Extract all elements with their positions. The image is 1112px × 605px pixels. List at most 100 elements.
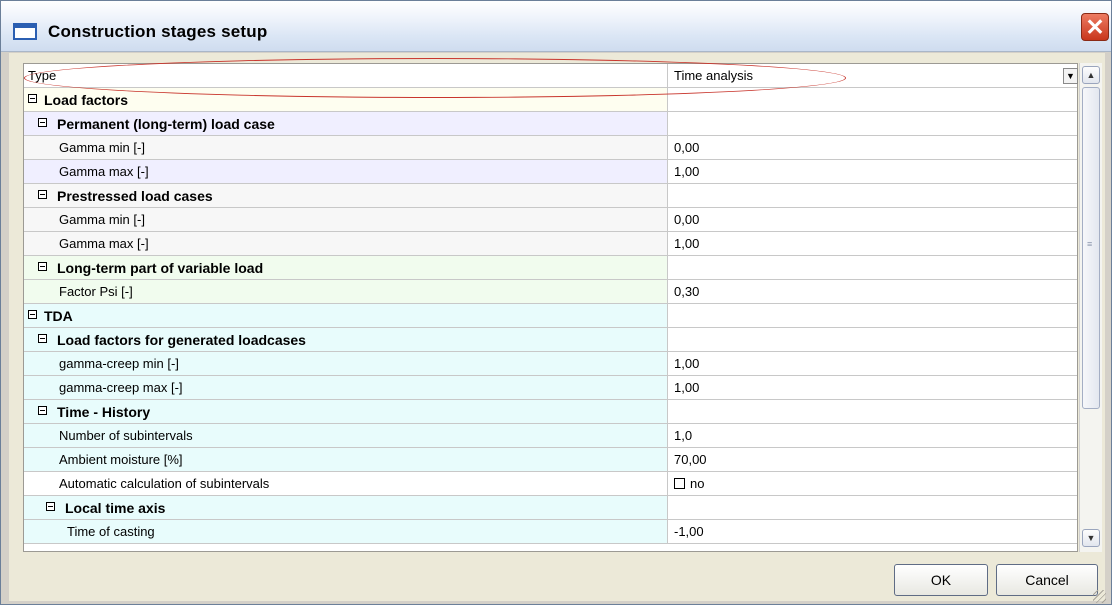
property-label-cell: Gamma min [-] (24, 136, 668, 160)
property-label-cell: Ambient moisture [%] (24, 448, 668, 472)
property-value[interactable] (668, 112, 1077, 136)
property-label-cell: Local time axis (24, 496, 668, 520)
property-label-cell: Gamma max [-] (24, 232, 668, 256)
group-row[interactable]: TDA (24, 304, 1077, 328)
property-label-cell: Long-term part of variable load (24, 256, 668, 280)
type-label-cell: Type (24, 64, 668, 88)
property-label: Automatic calculation of subintervals (59, 476, 270, 491)
property-label-cell: gamma-creep max [-] (24, 376, 668, 400)
property-label-cell: Automatic calculation of subintervals (24, 472, 668, 496)
collapse-toggle-icon[interactable] (38, 262, 47, 271)
property-row[interactable]: gamma-creep max [-] 1,00 (24, 376, 1077, 400)
collapse-toggle-icon[interactable] (38, 190, 47, 199)
scroll-down-icon[interactable]: ▼ (1082, 529, 1100, 547)
scroll-up-icon[interactable]: ▲ (1082, 66, 1100, 84)
property-grid: Type Time analysis Load factors Permanent… (23, 63, 1078, 552)
property-label-cell: Load factors for generated loadcases (24, 328, 668, 352)
property-value[interactable] (668, 256, 1077, 280)
type-label: Type (28, 68, 57, 83)
property-row[interactable]: Number of subintervals 1,0 (24, 424, 1077, 448)
scrollbar-thumb[interactable]: ≡ (1082, 87, 1100, 409)
property-value[interactable]: 0,00 (668, 136, 1077, 160)
property-value[interactable]: -1,00 (668, 520, 1077, 544)
property-value[interactable]: 0,30 (668, 280, 1077, 304)
collapse-toggle-icon[interactable] (28, 94, 37, 103)
window-icon (13, 23, 37, 40)
property-label-cell: TDA (24, 304, 668, 328)
property-label: Time - History (57, 404, 151, 420)
collapse-toggle-icon[interactable] (28, 310, 37, 319)
type-combobox[interactable]: Time analysis (668, 64, 1077, 88)
property-value[interactable]: 1,00 (668, 376, 1077, 400)
property-row[interactable]: Gamma min [-] 0,00 (24, 208, 1077, 232)
property-value[interactable]: 70,00 (668, 448, 1077, 472)
property-row[interactable]: Automatic calculation of subintervals no (24, 472, 1077, 496)
property-label: Long-term part of variable load (57, 260, 264, 276)
collapse-toggle-icon[interactable] (46, 502, 55, 511)
property-row[interactable]: Time of casting -1,00 (24, 520, 1077, 544)
vertical-scrollbar[interactable]: ▲ ≡ ▼ (1079, 63, 1102, 552)
property-label: Gamma max [-] (59, 164, 149, 179)
group-row[interactable]: Load factors (24, 88, 1077, 112)
property-label-cell: Time of casting (24, 520, 668, 544)
property-label-cell: Gamma max [-] (24, 160, 668, 184)
combo-dropdown-arrow-icon[interactable]: ▼ (1063, 68, 1078, 84)
property-value[interactable]: 1,0 (668, 424, 1077, 448)
property-label: Prestressed load cases (57, 188, 213, 204)
property-label-cell: Permanent (long-term) load case (24, 112, 668, 136)
property-row[interactable]: Factor Psi [-] 0,30 (24, 280, 1077, 304)
property-label: Permanent (long-term) load case (57, 116, 275, 132)
property-value[interactable]: 0,00 (668, 208, 1077, 232)
property-label: gamma-creep min [-] (59, 356, 179, 371)
collapse-toggle-icon[interactable] (38, 334, 47, 343)
property-row[interactable]: Gamma min [-] 0,00 (24, 136, 1077, 160)
property-value[interactable]: 1,00 (668, 352, 1077, 376)
property-value[interactable] (668, 400, 1077, 424)
property-row[interactable]: Gamma max [-] 1,00 (24, 160, 1077, 184)
property-label: Load factors (44, 92, 129, 108)
property-label-cell: Factor Psi [-] (24, 280, 668, 304)
group-row[interactable]: Load factors for generated loadcases (24, 328, 1077, 352)
property-label-cell: Prestressed load cases (24, 184, 668, 208)
property-label: Gamma max [-] (59, 236, 149, 251)
close-button[interactable]: ✕ (1081, 13, 1109, 41)
property-label: gamma-creep max [-] (59, 380, 183, 395)
property-value[interactable] (668, 304, 1077, 328)
property-row[interactable]: gamma-creep min [-] 1,00 (24, 352, 1077, 376)
checkbox-label: no (690, 476, 705, 491)
property-label: Ambient moisture [%] (59, 452, 183, 467)
property-label: Load factors for generated loadcases (57, 332, 306, 348)
checkbox-value-cell[interactable]: no (668, 472, 1077, 496)
cancel-button[interactable]: Cancel (996, 564, 1098, 596)
property-label-cell: Time - History (24, 400, 668, 424)
property-label-cell: Load factors (24, 88, 668, 112)
group-row[interactable]: Local time axis (24, 496, 1077, 520)
resize-grip-icon[interactable] (1093, 590, 1106, 603)
property-label: Gamma min [-] (59, 140, 145, 155)
property-label-cell: Number of subintervals (24, 424, 668, 448)
collapse-toggle-icon[interactable] (38, 406, 47, 415)
group-row[interactable]: Long-term part of variable load (24, 256, 1077, 280)
checkbox-icon[interactable] (674, 478, 685, 489)
property-row[interactable]: Ambient moisture [%] 70,00 (24, 448, 1077, 472)
group-row[interactable]: Prestressed load cases (24, 184, 1077, 208)
property-value[interactable]: 1,00 (668, 160, 1077, 184)
property-value[interactable] (668, 328, 1077, 352)
property-value[interactable] (668, 88, 1077, 112)
property-label-cell: gamma-creep min [-] (24, 352, 668, 376)
property-label: Gamma min [-] (59, 212, 145, 227)
property-value[interactable] (668, 496, 1077, 520)
property-label: TDA (44, 308, 73, 324)
property-label: Factor Psi [-] (59, 284, 133, 299)
property-value[interactable] (668, 184, 1077, 208)
type-row[interactable]: Type Time analysis (24, 64, 1077, 88)
property-label: Local time axis (65, 500, 166, 516)
group-row[interactable]: Permanent (long-term) load case (24, 112, 1077, 136)
title-bar[interactable]: Construction stages setup ✕ (1, 1, 1111, 52)
property-row[interactable]: Gamma max [-] 1,00 (24, 232, 1077, 256)
group-row[interactable]: Time - History (24, 400, 1077, 424)
property-label-cell: Gamma min [-] (24, 208, 668, 232)
ok-button[interactable]: OK (894, 564, 988, 596)
collapse-toggle-icon[interactable] (38, 118, 47, 127)
property-value[interactable]: 1,00 (668, 232, 1077, 256)
